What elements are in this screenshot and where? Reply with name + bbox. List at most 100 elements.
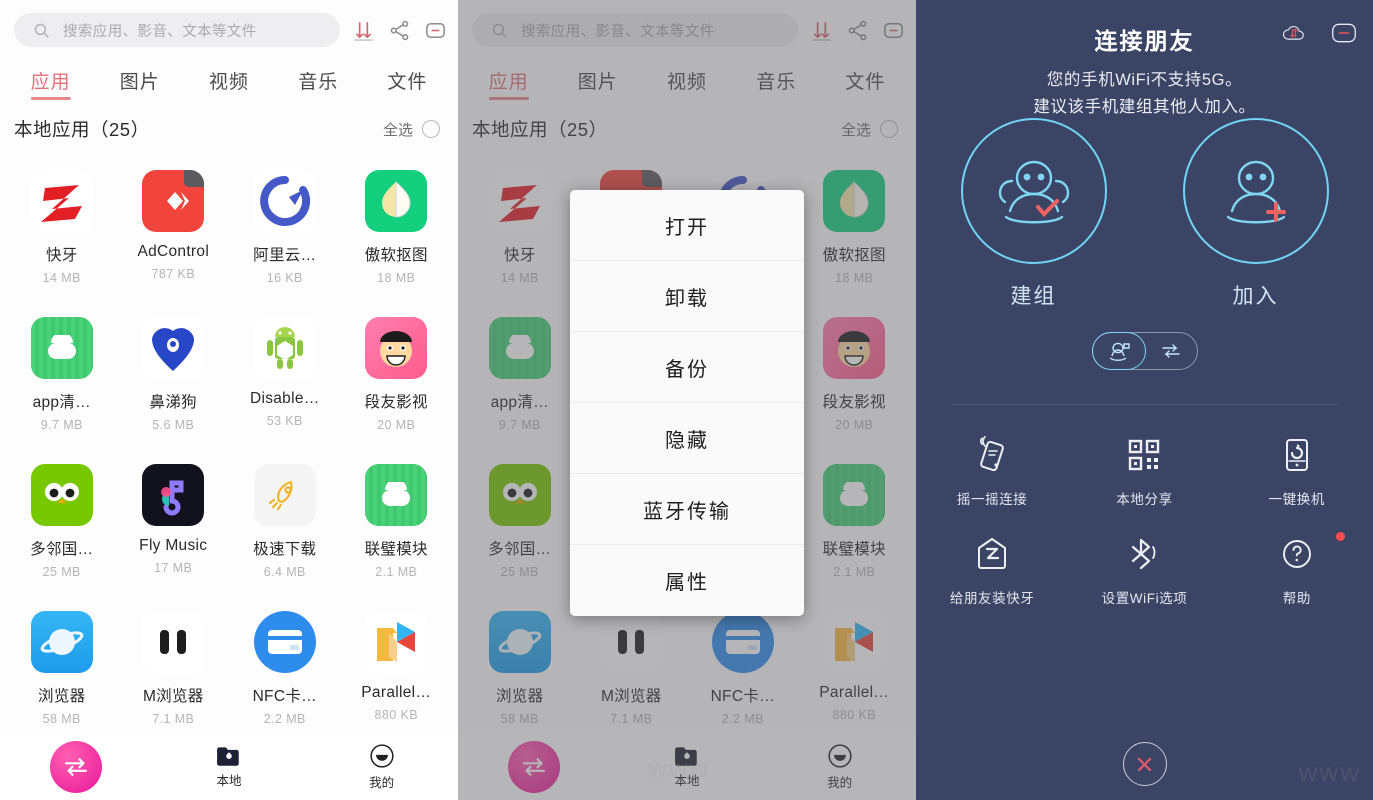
action-phone-switch[interactable]: 一键换机 [1221,435,1373,508]
app-size: 16 KB [266,271,303,285]
folder-icon [217,747,239,766]
section-divider [952,404,1337,405]
bottom-nav-local[interactable]: 本地 [153,745,306,789]
join-group-label: 加入 [1232,285,1279,308]
app-cell[interactable]: AdControl 787 KB [118,158,230,303]
tab-images[interactable]: 图片 [95,67,184,100]
cloud-transfer-icon[interactable] [1281,20,1307,46]
search-input[interactable]: 搜索应用、影音、文本等文件 [14,13,340,47]
bluetooth-icon [1132,538,1156,570]
tab-music[interactable]: 音乐 [274,67,363,100]
app-name: NFC卡… [252,688,317,705]
window-minimize-icon[interactable] [1331,20,1357,46]
action-local-share[interactable]: 本地分享 [1068,435,1220,508]
transfer-sort-icon[interactable] [350,17,376,43]
app-cell[interactable]: 快牙 14 MB [6,158,118,303]
mode-toggle[interactable] [1091,332,1198,370]
bitigou-icon[interactable] [142,317,205,379]
join-group-circle[interactable] [1182,118,1329,264]
create-group-label: 建组 [1010,285,1057,308]
action-shake-connect-label: 摇一摇连接 [956,492,1028,507]
app-cell[interactable]: 傲软抠图 18 MB [341,158,453,303]
context-menu-item-backup[interactable]: 备份 [570,332,804,403]
panel-context-menu: 搜索应用、影音、文本等文件 应用 图片 视频 音乐 文件 本地应用（25） 全选… [458,0,916,800]
tab-videos[interactable]: 视频 [184,67,273,100]
app-cell[interactable]: app清… 9.7 MB [6,305,118,450]
app-cell[interactable]: 极速下载 6.4 MB [229,452,341,597]
fast-download-icon[interactable] [253,464,316,526]
search-placeholder: 搜索应用、影音、文本等文件 [63,23,257,40]
app-grid: 快牙 14 MB AdControl 787 KB 阿里云… 16 KB 傲软抠… [0,152,458,744]
app-size: 2.2 MB [263,712,306,726]
bottom-nav: 本地 我的 [0,734,458,800]
triple-screenshot-stage: 搜索应用、影音、文本等文件 应用 图片 视频 音乐 文件 本地应用（25） 全选… [0,0,1373,800]
create-group-action[interactable]: 建组 [960,118,1107,310]
app-name: Parallel… [361,684,432,701]
app-name: 极速下载 [253,541,317,558]
zapya-icon[interactable] [30,170,93,232]
app-cell[interactable]: 联璧模块 2.1 MB [341,452,453,597]
app-cell[interactable]: NFC卡… 2.2 MB [229,599,341,744]
close-button[interactable] [1122,742,1167,786]
action-wifi-settings[interactable]: 设置WiFi选项 [1068,534,1220,607]
app-cell[interactable]: M浏览器 7.1 MB [118,599,230,744]
create-group-icon [998,160,1069,224]
duolingo-icon[interactable] [30,464,93,526]
app-cell[interactable]: 阿里云… 16 KB [229,158,341,303]
aliyun-icon[interactable] [253,170,316,232]
action-install-zapya[interactable]: 给朋友装快牙 [916,534,1068,607]
fly-music-icon[interactable] [142,464,205,526]
context-menu-item-bluetooth[interactable]: 蓝牙传输 [570,474,804,545]
bottom-nav-transfer[interactable] [0,741,153,793]
app-cell[interactable]: 鼻涕狗 5.6 MB [118,305,230,450]
create-group-circle[interactable] [960,118,1107,264]
app-name: M浏览器 [142,688,204,705]
app-name: AdControl [137,243,210,260]
transfer-arrows-icon[interactable] [50,741,103,793]
context-menu-item-uninstall[interactable]: 卸载 [570,261,804,332]
select-all-checkbox[interactable] [422,120,440,138]
disable-android-icon[interactable] [253,317,316,379]
app-cell[interactable]: Fly Music 17 MB [118,452,230,597]
app-cleaner-icon[interactable] [30,317,93,379]
nfc-card-icon[interactable] [253,611,316,673]
share-icon[interactable] [386,17,412,43]
action-help[interactable]: 帮助 [1221,532,1373,607]
app-size: 14 MB [42,271,81,285]
action-local-share-label: 本地分享 [1116,492,1173,507]
app-cell[interactable]: 段友影视 20 MB [341,305,453,450]
app-name: Fly Music [139,537,208,554]
app-size: 6.4 MB [263,565,306,579]
join-group-action[interactable]: 加入 [1182,118,1329,310]
context-menu-item-properties[interactable]: 属性 [570,545,804,616]
action-shake-connect[interactable]: 摇一摇连接 [916,435,1068,508]
swap-arrows-icon[interactable] [1145,340,1197,362]
context-menu-item-hide[interactable]: 隐藏 [570,403,804,474]
duanyou-video-icon[interactable] [365,317,428,379]
tab-files[interactable]: 文件 [363,67,452,100]
app-name: 段友影视 [364,394,428,411]
select-all-label: 全选 [382,121,413,139]
tab-apps[interactable]: 应用 [6,67,95,100]
help-question-icon [1282,540,1311,568]
app-name: Disable… [249,390,320,407]
app-cell[interactable]: 多邻国… 25 MB [6,452,118,597]
parallel-space-icon[interactable] [365,611,428,673]
adcontrol-icon[interactable] [142,170,205,232]
app-size: 18 MB [377,271,416,285]
connect-primary-actions: 建组 加入 [916,118,1373,310]
app-cell[interactable]: 浏览器 58 MB [6,599,118,744]
join-group-icon [1226,160,1286,224]
window-minimize-icon[interactable] [422,17,448,43]
browser-icon[interactable] [30,611,93,673]
context-menu-item-open[interactable]: 打开 [570,190,804,261]
app-cell[interactable]: Parallel… 880 KB [341,599,453,744]
app-cell[interactable]: Disable… 53 KB [229,305,341,450]
apowersoft-cutout-icon[interactable] [365,170,428,232]
lianbi-module-icon[interactable] [365,464,428,526]
m-browser-icon[interactable] [142,611,205,673]
app-name: app清… [32,394,91,411]
bottom-nav-mine[interactable]: 我的 [305,743,458,791]
app-name: 阿里云… [253,247,317,264]
connect-action-grid: 摇一摇连接 本地分享 一键换机 给朋友装快牙 设置WiFi选项 帮助 [916,435,1373,607]
